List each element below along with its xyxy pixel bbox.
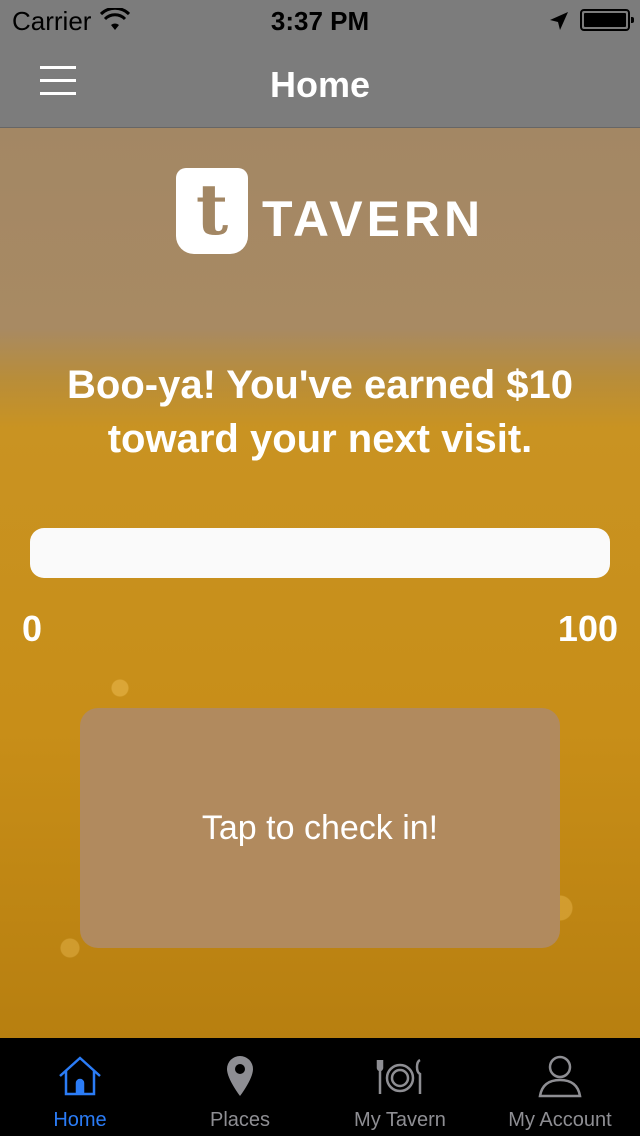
- tab-my-tavern[interactable]: My Tavern: [320, 1038, 480, 1136]
- tab-label: Places: [209, 1109, 271, 1131]
- tab-label: My Account: [508, 1109, 612, 1131]
- location-arrow-icon: [550, 12, 568, 30]
- progress-max-label: 100: [557, 608, 618, 649]
- user-icon: [538, 1055, 582, 1098]
- home-icon: [59, 1056, 101, 1096]
- progress-bar: [30, 528, 610, 578]
- status-time: 3:37 PM: [270, 6, 370, 36]
- tab-my-account[interactable]: My Account: [480, 1038, 640, 1136]
- check-in-button[interactable]: Tap to check in!: [80, 708, 560, 948]
- tavern-logo: t TAVERN: [176, 168, 480, 258]
- logo-text: TAVERN: [262, 191, 485, 247]
- logo-badge: t: [176, 168, 248, 254]
- status-bar: Carrier 3:37 PM: [0, 0, 640, 40]
- tab-places[interactable]: Places: [160, 1038, 320, 1136]
- navigation-bar: Home: [0, 40, 640, 128]
- plate-cutlery-icon: [376, 1058, 422, 1094]
- tab-bar: Home Places My Tavern My Account: [0, 1038, 640, 1136]
- page-title: Home: [269, 64, 371, 105]
- battery-icon: [580, 9, 634, 31]
- tab-label: Home: [53, 1109, 107, 1131]
- tab-home[interactable]: Home: [0, 1038, 160, 1136]
- progress-min-label: 0: [22, 608, 43, 649]
- main-content: t TAVERN Boo-ya! You've earned $10 towar…: [0, 128, 640, 1038]
- map-pin-icon: [227, 1056, 253, 1096]
- reward-message: Boo-ya! You've earned $10 toward your ne…: [67, 363, 573, 461]
- tab-label: My Tavern: [354, 1109, 446, 1131]
